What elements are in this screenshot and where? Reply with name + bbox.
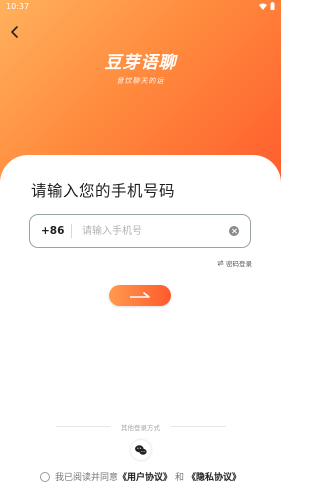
status-icons <box>259 2 275 10</box>
user-agreement-link[interactable]: 《用户协议》 <box>118 470 172 483</box>
arrow-right-icon <box>130 292 150 298</box>
agreement-row: 我已阅读并同意 《用户协议》 和 《隐私协议》 <box>40 470 241 483</box>
field-divider <box>71 224 72 238</box>
country-code[interactable]: +86 <box>41 225 64 237</box>
wechat-login-button[interactable] <box>131 440 151 460</box>
status-bar: 10:37 <box>0 0 281 14</box>
app-logo: 豆芽语聊 音饮聊天的运 <box>0 48 281 86</box>
swap-icon <box>217 260 224 266</box>
clear-icon[interactable] <box>229 226 239 236</box>
password-login-label: 密码登录 <box>226 260 252 268</box>
phone-field[interactable]: +86 <box>29 214 251 248</box>
agree-checkbox[interactable] <box>40 471 50 482</box>
privacy-policy-link[interactable]: 《隐私协议》 <box>187 470 241 483</box>
battery-icon <box>270 2 275 10</box>
wechat-icon <box>135 445 147 455</box>
chevron-left-icon <box>11 26 18 38</box>
password-login-link[interactable]: 密码登录 <box>217 258 252 268</box>
logo-subtitle: 音饮聊天的运 <box>116 77 165 85</box>
page-title: 请输入您的手机号码 <box>31 182 176 200</box>
next-button[interactable] <box>109 285 171 306</box>
back-button[interactable] <box>6 23 24 41</box>
status-time: 10:37 <box>6 2 30 11</box>
phone-input[interactable] <box>82 222 222 240</box>
agreement-prefix: 我已阅读并同意 <box>55 473 119 483</box>
other-login-label: 其他登录方式 <box>121 424 160 432</box>
agreement-and: 和 <box>175 473 185 483</box>
wifi-icon <box>259 3 267 10</box>
logo-title: 豆芽语聊 <box>104 53 177 73</box>
